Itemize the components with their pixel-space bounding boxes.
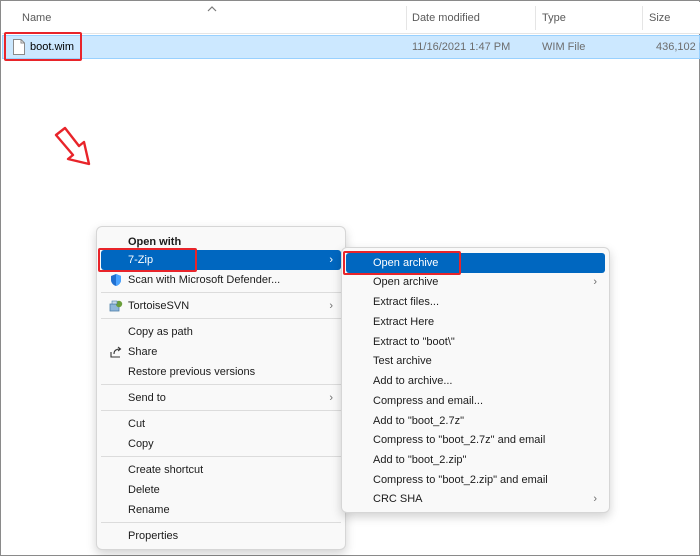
menu-item-copy[interactable]: Copy [101, 434, 341, 454]
menu-item-cut[interactable]: Cut [101, 414, 341, 434]
submenu-item-label: Extract to "boot\" [373, 336, 455, 348]
submenu-item-add-to-7z[interactable]: Add to "boot_2.7z" [346, 411, 605, 431]
menu-item-tortoisesvn[interactable]: TortoiseSVN › [101, 296, 341, 316]
submenu-item-label: Extract Here [373, 316, 435, 328]
column-size[interactable]: Size [649, 2, 670, 34]
submenu-item-label: Compress and email... [373, 395, 484, 407]
submenu-item-compress-zip-email[interactable]: Compress to "boot_2.zip" and email [346, 470, 605, 490]
menu-item-label: Scan with Microsoft Defender... [128, 274, 281, 286]
chevron-right-icon: › [329, 392, 333, 404]
submenu-item-crc-sha[interactable]: CRC SHA › [346, 489, 605, 509]
menu-item-copy-as-path[interactable]: Copy as path [101, 322, 341, 342]
menu-item-restore-previous-versions[interactable]: Restore previous versions [101, 362, 341, 382]
submenu-item-compress-7z-email[interactable]: Compress to "boot_2.7z" and email [346, 430, 605, 450]
menu-item-label: Delete [128, 484, 160, 496]
tortoisesvn-icon [109, 300, 123, 312]
file-size: 436,102 K [656, 41, 700, 53]
submenu-item-open-archive-more[interactable]: Open archive › [346, 272, 605, 292]
menu-item-label: Copy [128, 438, 154, 450]
menu-item-rename[interactable]: Rename [101, 500, 341, 520]
shield-icon [111, 274, 121, 286]
column-type[interactable]: Type [542, 2, 566, 34]
submenu-item-label: Compress to "boot_2.zip" and email [373, 474, 548, 486]
menu-item-send-to[interactable]: Send to › [101, 388, 341, 408]
arrow-down-right-icon [54, 126, 91, 166]
submenu-item-label: CRC SHA [373, 493, 423, 505]
menu-item-label: Create shortcut [128, 464, 204, 476]
submenu-item-compress-and-email[interactable]: Compress and email... [346, 391, 605, 411]
chevron-right-icon: › [593, 276, 597, 288]
menu-item-label: Share [128, 346, 158, 358]
column-divider[interactable] [535, 6, 536, 30]
highlight-box-file [4, 32, 82, 61]
menu-item-label: Send to [128, 392, 166, 404]
submenu-item-extract-files[interactable]: Extract files... [346, 292, 605, 312]
menu-item-label: Properties [128, 530, 179, 542]
menu-divider [101, 456, 341, 457]
file-type: WIM File [542, 41, 586, 53]
menu-item-share[interactable]: Share [101, 342, 341, 362]
submenu-item-add-to-archive[interactable]: Add to archive... [346, 371, 605, 391]
submenu-item-label: Add to "boot_2.zip" [373, 454, 467, 466]
chevron-right-icon: › [329, 254, 333, 266]
menu-item-properties[interactable]: Properties [101, 526, 341, 546]
menu-item-create-shortcut[interactable]: Create shortcut [101, 460, 341, 480]
highlight-box-open-archive [343, 251, 461, 275]
menu-item-label: TortoiseSVN [128, 300, 190, 312]
submenu-item-label: Extract files... [373, 296, 440, 308]
submenu-item-label: Add to archive... [373, 375, 453, 387]
submenu-item-label: Open archive [373, 276, 439, 288]
menu-divider [101, 522, 341, 523]
file-date-modified: 11/16/2021 1:47 PM [412, 41, 511, 53]
menu-item-defender[interactable]: Scan with Microsoft Defender... [101, 270, 341, 290]
menu-item-label: Open with [128, 236, 182, 248]
column-divider[interactable] [642, 6, 643, 30]
seven-zip-submenu: Open archive Open archive › Extract file… [341, 247, 610, 513]
menu-divider [101, 292, 341, 293]
menu-divider [101, 410, 341, 411]
menu-item-label: Rename [128, 504, 170, 516]
context-menu: Open with 7-Zip › Scan with Microsoft De… [96, 226, 346, 550]
menu-item-label: Copy as path [128, 326, 193, 338]
submenu-item-extract-here[interactable]: Extract Here [346, 312, 605, 332]
chevron-right-icon: › [593, 493, 597, 505]
column-name[interactable]: Name [22, 2, 51, 34]
submenu-item-label: Test archive [373, 355, 432, 367]
submenu-item-label: Add to "boot_2.7z" [373, 415, 464, 427]
file-row-selected[interactable]: boot.wim 11/16/2021 1:47 PM WIM File 436… [2, 35, 700, 59]
sort-ascending-icon[interactable] [205, 2, 219, 16]
share-icon [110, 346, 122, 358]
menu-divider [101, 384, 341, 385]
menu-item-label: Cut [128, 418, 146, 430]
column-date-modified[interactable]: Date modified [412, 2, 480, 34]
menu-divider [101, 318, 341, 319]
submenu-item-label: Compress to "boot_2.7z" and email [373, 434, 546, 446]
submenu-item-test-archive[interactable]: Test archive [346, 351, 605, 371]
submenu-item-add-to-zip[interactable]: Add to "boot_2.zip" [346, 450, 605, 470]
submenu-item-extract-to[interactable]: Extract to "boot\" [346, 332, 605, 352]
menu-item-delete[interactable]: Delete [101, 480, 341, 500]
highlight-box-7zip [98, 248, 197, 272]
column-header-bar: Name Date modified Type Size [2, 2, 700, 34]
chevron-right-icon: › [329, 300, 333, 312]
column-divider[interactable] [406, 6, 407, 30]
menu-item-label: Restore previous versions [128, 366, 256, 378]
